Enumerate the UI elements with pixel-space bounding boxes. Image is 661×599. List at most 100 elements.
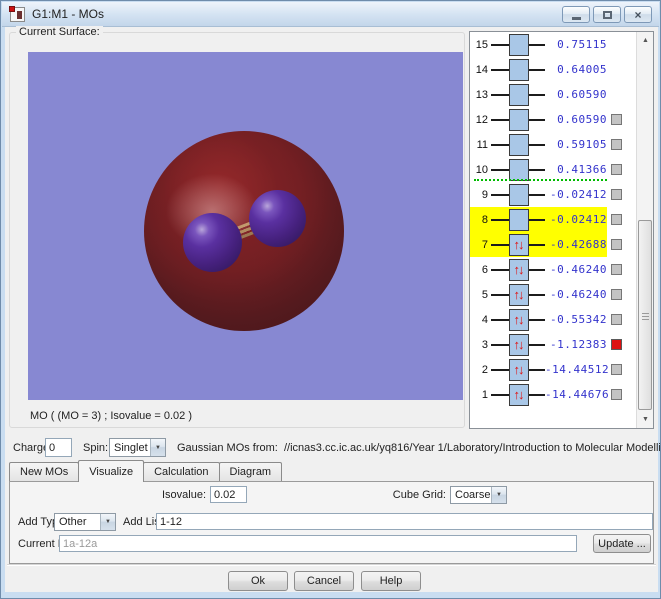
mo-energy-value: -0.42688 (545, 238, 607, 251)
mo-energy-value: -0.02412 (545, 213, 607, 226)
mo-orbital-box-occupied[interactable]: ↑↓ (509, 334, 529, 356)
spin-dropdown[interactable]: Singlet ▼ (109, 438, 166, 457)
charge-input[interactable] (45, 438, 72, 457)
chevron-down-icon: ▼ (150, 439, 165, 456)
mo-row-line: 1↑↓-14.44676 (470, 382, 607, 407)
mo-orbital-box-empty[interactable] (509, 209, 529, 231)
mo-row-line: 9 -0.02412 (470, 182, 607, 207)
mo-orbital-box-empty[interactable] (509, 59, 529, 81)
mo-orbital-box-occupied[interactable]: ↑↓ (509, 234, 529, 256)
mo-level-line (529, 219, 545, 221)
mo-checkbox[interactable] (611, 289, 622, 300)
mo-checkbox[interactable] (611, 164, 622, 175)
mo-checkbox[interactable] (611, 364, 622, 375)
mo-orbital-box-occupied[interactable]: ↑↓ (509, 384, 529, 406)
mo-checkbox[interactable] (611, 264, 622, 275)
mo-number: 11 (474, 139, 488, 151)
nitrogen-atom-right (249, 190, 306, 247)
mo-checkbox[interactable] (611, 339, 622, 350)
mo-orbital-box-empty[interactable] (509, 84, 529, 106)
mo-orbital-box-empty[interactable] (509, 159, 529, 181)
mo-orbital-box-occupied[interactable]: ↑↓ (509, 259, 529, 281)
mo-orbital-box-occupied[interactable]: ↑↓ (509, 284, 529, 306)
mo-row: 6 ↑↓ -0.46240 (470, 257, 638, 282)
mo-number: 4 (474, 314, 488, 326)
mo-level-line (491, 69, 509, 71)
gaussview-app-icon (10, 7, 25, 22)
mo-row-line: 11 0.59105 (470, 132, 607, 157)
maximize-icon (603, 11, 612, 19)
mo-row: 1↑↓-14.44676 (470, 382, 638, 407)
mo-level-line (491, 344, 509, 346)
mo-level-line (529, 244, 545, 246)
maximize-button[interactable] (593, 6, 621, 23)
current-surface-groupbox: Current Surface: MO ( (MO = 3) ; Isovalu… (9, 32, 465, 428)
mo-row: 9 -0.02412 (470, 182, 638, 207)
dialog-client-area: Current Surface: MO ( (MO = 3) ; Isovalu… (5, 27, 658, 592)
help-button[interactable]: Help (361, 571, 421, 591)
mo-checkbox[interactable] (611, 214, 622, 225)
mo-row: 130.60590 (470, 82, 638, 107)
mo-energy-list: 150.75115140.64005130.60590120.60590110.… (469, 31, 654, 429)
mo-orbital-box-empty[interactable] (509, 184, 529, 206)
mo-number: 15 (474, 39, 488, 51)
mo-energy-value: -0.02412 (545, 188, 607, 201)
mo-checkbox[interactable] (611, 389, 622, 400)
mo-checkbox[interactable] (611, 139, 622, 150)
mo-level-line (491, 219, 509, 221)
mos-source-text: Gaussian MOs from: //icnas3.cc.ic.ac.uk/… (177, 442, 661, 454)
mo-checkbox[interactable] (611, 114, 622, 125)
tab-calculation[interactable]: Calculation (143, 462, 219, 481)
mo-row-line: 15 0.75115 (470, 32, 607, 57)
scrollbar-thumb[interactable] (638, 220, 652, 410)
mo-orbital-box-empty[interactable] (509, 34, 529, 56)
mo-checkbox[interactable] (611, 314, 622, 325)
mo-energy-value: -0.46240 (545, 263, 607, 276)
mo-row: 8-0.02412 (470, 207, 638, 232)
mo-row-line: 2↑↓-14.44512 (470, 357, 607, 382)
close-button[interactable]: × (624, 6, 652, 23)
add-type-dropdown[interactable]: Other ▼ (54, 513, 116, 531)
mo-list-scrollbar[interactable]: ▲ ▼ (636, 32, 653, 428)
mo-rows-container: 150.75115140.64005130.60590120.60590110.… (470, 32, 636, 428)
ok-button[interactable]: Ok (228, 571, 288, 591)
tab-strip: New MOs Visualize Calculation Diagram (9, 460, 281, 481)
mo-row: 15 0.75115 (470, 32, 638, 57)
mo-number: 1 (474, 389, 488, 401)
cancel-button[interactable]: Cancel (294, 571, 354, 591)
mo-level-line (529, 344, 545, 346)
update-button[interactable]: Update ... (593, 534, 651, 553)
molecule-3d-viewport[interactable] (28, 52, 463, 400)
cube-grid-dropdown[interactable]: Coarse ▼ (450, 486, 507, 504)
title-bar[interactable]: G1:M1 - MOs × (2, 2, 659, 27)
mo-number: 6 (474, 264, 488, 276)
mo-orbital-box-empty[interactable] (509, 134, 529, 156)
tab-new-mos[interactable]: New MOs (9, 462, 79, 481)
mo-checkbox[interactable] (611, 239, 622, 250)
mo-level-line (529, 194, 545, 196)
scroll-down-icon[interactable]: ▼ (637, 411, 654, 428)
tab-diagram[interactable]: Diagram (219, 462, 283, 481)
isovalue-input[interactable] (210, 486, 247, 503)
mo-number: 9 (474, 189, 488, 201)
mo-row-line: 130.60590 (470, 82, 607, 107)
scroll-up-icon[interactable]: ▲ (637, 32, 654, 49)
mo-number: 7 (474, 239, 488, 251)
tab-visualize[interactable]: Visualize (78, 460, 144, 482)
mo-energy-value: 0.59105 (545, 138, 607, 151)
mos-source-path: //icnas3.cc.ic.ac.uk/yq816/Year 1/Labora… (284, 442, 661, 454)
mo-number: 10 (474, 164, 488, 176)
minimize-icon (572, 17, 581, 20)
minimize-button[interactable] (562, 6, 590, 23)
mo-level-line (491, 94, 509, 96)
mo-orbital-box-empty[interactable] (509, 109, 529, 131)
mo-row: 140.64005 (470, 57, 638, 82)
mo-energy-value: 0.75115 (545, 38, 607, 51)
mo-orbital-box-occupied[interactable]: ↑↓ (509, 309, 529, 331)
mo-level-line (529, 319, 545, 321)
current-list-input[interactable] (59, 535, 577, 552)
add-list-input[interactable] (156, 513, 653, 530)
mo-number: 14 (474, 64, 488, 76)
mo-orbital-box-occupied[interactable]: ↑↓ (509, 359, 529, 381)
mo-checkbox[interactable] (611, 189, 622, 200)
